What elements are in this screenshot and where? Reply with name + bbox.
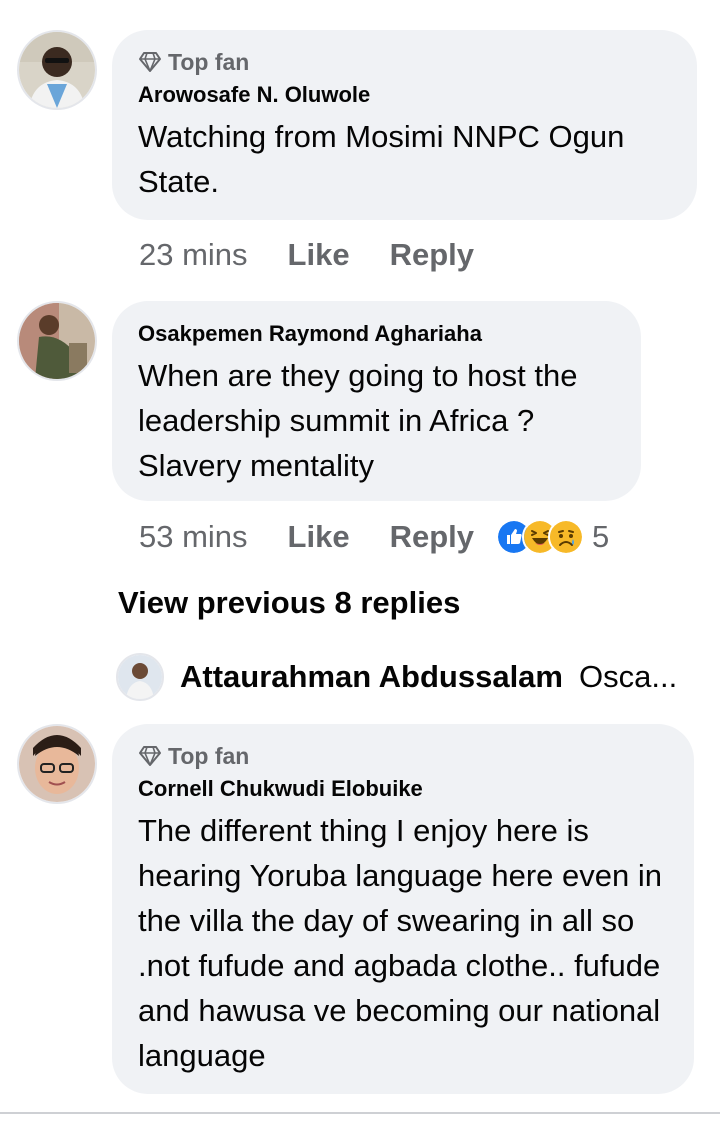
latest-reply-preview[interactable]: Attaurahman Abdussalam Osca... <box>116 652 706 702</box>
reaction-count: 5 <box>592 519 610 554</box>
diamond-icon <box>139 746 161 766</box>
top-fan-badge: Top fan <box>138 46 671 78</box>
comment-text: When are they going to host the leadersh… <box>138 358 578 483</box>
reply-button[interactable]: Reply <box>390 237 474 273</box>
comment-bubble: Top fan Arowosafe N. Oluwole Watching fr… <box>112 30 697 220</box>
view-previous-replies-button[interactable]: View previous 8 replies <box>118 585 460 621</box>
comment-text: The different thing I enjoy here is hear… <box>138 813 663 1073</box>
profile-photo-icon <box>19 726 95 802</box>
reply-text-preview: Osca... <box>579 659 678 694</box>
divider <box>0 1112 720 1114</box>
diamond-icon <box>139 52 161 72</box>
comment-author[interactable]: Cornell Chukwudi Elobuike <box>138 774 668 804</box>
comment-bubble: Osakpemen Raymond Aghariaha When are the… <box>112 301 641 501</box>
sad-reaction-icon <box>548 519 584 555</box>
comment-text: Watching from Mosimi NNPC Ogun State. <box>138 119 625 199</box>
badge-label: Top fan <box>168 742 250 769</box>
comment-author[interactable]: Osakpemen Raymond Aghariaha <box>138 319 615 349</box>
like-button[interactable]: Like <box>288 519 350 555</box>
comment-timestamp[interactable]: 23 mins <box>139 237 248 273</box>
reply-button[interactable]: Reply <box>390 519 474 555</box>
profile-photo-icon <box>19 32 95 108</box>
top-fan-badge: Top fan <box>138 740 668 772</box>
comment-bubble: Top fan Cornell Chukwudi Elobuike The di… <box>112 724 694 1094</box>
like-button[interactable]: Like <box>288 237 350 273</box>
comment-actions: 53 mins Like Reply 5 <box>139 515 609 559</box>
profile-photo-icon <box>118 655 162 699</box>
comment-author[interactable]: Arowosafe N. Oluwole <box>138 80 671 110</box>
comment-timestamp[interactable]: 53 mins <box>139 519 248 555</box>
reply-author: Attaurahman Abdussalam <box>180 659 563 694</box>
avatar[interactable] <box>116 653 164 701</box>
avatar[interactable] <box>17 301 97 381</box>
profile-photo-icon <box>19 303 95 379</box>
avatar[interactable] <box>17 724 97 804</box>
badge-label: Top fan <box>168 48 250 75</box>
comment-actions: 23 mins Like Reply <box>139 233 474 277</box>
avatar[interactable] <box>17 30 97 110</box>
reactions-summary[interactable]: 5 <box>496 519 609 555</box>
